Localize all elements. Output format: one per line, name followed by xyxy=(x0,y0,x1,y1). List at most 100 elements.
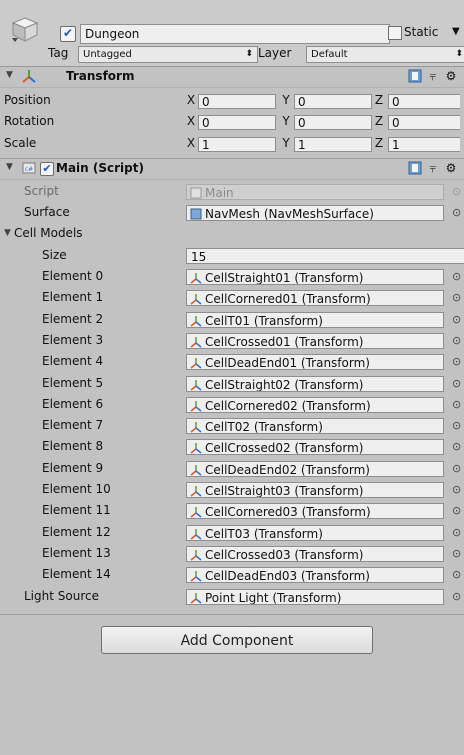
element-field[interactable]: CellCrossed03 (Transform) xyxy=(186,545,444,562)
settings-gear-icon[interactable]: ⚙ xyxy=(444,69,458,83)
script-enabled-checkbox[interactable]: ✔ xyxy=(40,161,54,176)
scale-y-field[interactable]: 1 xyxy=(294,136,372,152)
object-picker-icon[interactable]: ⊙ xyxy=(452,415,462,436)
element-field[interactable]: CellT02 (Transform) xyxy=(186,418,444,435)
main-script-header[interactable]: ▼ c# ✔ Main (Script) ⫧ ⚙ xyxy=(0,158,464,180)
cell-model-element-row: Element 2 CellT01 (Transform) ⊙ xyxy=(0,309,464,330)
element-field[interactable]: CellT03 (Transform) xyxy=(186,524,444,541)
element-field[interactable]: CellStraight01 (Transform) xyxy=(186,269,444,286)
script-field: Main xyxy=(186,183,444,200)
object-picker-icon[interactable]: ⊙ xyxy=(452,436,462,457)
transform-axes-icon xyxy=(190,592,202,604)
y-axis-label: Y xyxy=(282,135,290,150)
transform-fields: Position X 0 Y 0 Z 0 Rotation X 0 Y 0 Z … xyxy=(0,88,464,154)
script-file-icon xyxy=(190,187,202,199)
position-y-field[interactable]: 0 xyxy=(294,94,372,109)
settings-gear-icon[interactable]: ⚙ xyxy=(444,161,458,175)
transform-axes-icon xyxy=(190,443,202,455)
layer-label: Layer xyxy=(258,46,292,60)
cell-model-element-row: Element 8 CellCrossed02 (Transform) ⊙ xyxy=(0,436,464,457)
foldout-arrow-icon[interactable]: ▼ xyxy=(6,162,13,172)
rotation-y-field[interactable]: 0 xyxy=(294,115,372,131)
transform-axes-icon xyxy=(190,379,202,391)
element-field[interactable]: CellT01 (Transform) xyxy=(186,311,444,328)
help-book-icon[interactable] xyxy=(408,161,422,175)
element-field[interactable]: CellDeadEnd03 (Transform) xyxy=(186,567,444,584)
element-value: CellCornered01 (Transform) xyxy=(205,292,371,307)
scale-x-field[interactable]: 1 xyxy=(198,136,276,152)
layer-dropdown[interactable]: Default ⬍ xyxy=(306,46,464,63)
object-picker-icon[interactable]: ⊙ xyxy=(452,330,462,351)
object-picker-icon[interactable]: ⊙ xyxy=(452,479,462,500)
surface-field[interactable]: NavMesh (NavMeshSurface) xyxy=(186,205,444,222)
inspector-panel: ✔ Dungeon Static ▼ Tag Untagged ⬍ Layer … xyxy=(0,0,464,755)
element-label: Element 2 xyxy=(42,311,104,326)
object-picker-icon[interactable]: ⊙ xyxy=(452,202,462,223)
object-picker-icon[interactable]: ⊙ xyxy=(452,458,462,479)
object-picker-icon[interactable]: ⊙ xyxy=(452,543,462,564)
object-picker-icon[interactable]: ⊙ xyxy=(452,287,462,308)
main-script-fields: Script Main ⊙ Surface NavMesh (NavMeshSu… xyxy=(0,180,464,607)
object-picker-icon[interactable]: ⊙ xyxy=(452,394,462,415)
object-picker-icon[interactable]: ⊙ xyxy=(452,500,462,521)
transform-axes-icon xyxy=(190,549,202,561)
tag-dropdown[interactable]: Untagged ⬍ xyxy=(78,46,258,63)
element-field[interactable]: CellStraight02 (Transform) xyxy=(186,375,444,392)
position-x-field[interactable]: 0 xyxy=(198,94,276,109)
transform-header[interactable]: ▼ Transform ⫧ ⚙ xyxy=(0,67,464,88)
foldout-arrow-icon[interactable]: ▼ xyxy=(4,223,11,244)
element-field[interactable]: CellCrossed01 (Transform) xyxy=(186,332,444,349)
scale-z-field[interactable]: 1 xyxy=(388,136,460,152)
object-picker-icon[interactable]: ⊙ xyxy=(452,373,462,394)
element-field[interactable]: CellDeadEnd01 (Transform) xyxy=(186,354,444,371)
object-picker-icon[interactable]: ⊙ xyxy=(452,309,462,330)
element-field[interactable]: CellCrossed02 (Transform) xyxy=(186,439,444,456)
gameobject-active-checkbox[interactable]: ✔ xyxy=(60,26,76,42)
element-field[interactable]: CellCornered01 (Transform) xyxy=(186,290,444,307)
element-field[interactable]: CellCornered02 (Transform) xyxy=(186,396,444,413)
rotation-z-field[interactable]: 0 xyxy=(388,115,460,131)
foldout-arrow-icon[interactable]: ▼ xyxy=(6,70,13,80)
light-source-field[interactable]: Point Light (Transform) xyxy=(186,588,444,605)
object-picker-icon[interactable]: ⊙ xyxy=(452,522,462,543)
rotation-x-field[interactable]: 0 xyxy=(198,115,276,131)
light-source-value: Point Light (Transform) xyxy=(205,590,342,605)
surface-row: Surface NavMesh (NavMeshSurface) ⊙ xyxy=(0,202,464,223)
preset-sliders-icon[interactable]: ⫧ xyxy=(426,69,440,83)
cell-models-row[interactable]: ▼ Cell Models xyxy=(0,223,464,244)
position-z-field[interactable]: 0 xyxy=(388,94,460,109)
static-label: Static xyxy=(404,25,439,39)
z-axis-label: Z xyxy=(374,114,384,129)
object-picker-icon[interactable]: ⊙ xyxy=(452,586,462,607)
size-field[interactable]: 15 xyxy=(186,247,464,264)
light-source-row: Light Source Point Light (Transform) ⊙ xyxy=(0,586,464,607)
preset-sliders-icon[interactable]: ⫧ xyxy=(426,161,440,175)
element-field[interactable]: CellStraight03 (Transform) xyxy=(186,482,444,499)
element-value: CellStraight01 (Transform) xyxy=(205,271,364,286)
script-value: Main xyxy=(205,185,234,200)
element-label: Element 7 xyxy=(42,418,104,433)
tag-label: Tag xyxy=(48,46,69,60)
transform-axes-icon xyxy=(190,315,202,327)
element-field[interactable]: CellCornered03 (Transform) xyxy=(186,503,444,520)
object-picker-icon[interactable]: ⊙ xyxy=(452,351,462,372)
transform-axes-icon xyxy=(22,70,36,83)
add-component-button[interactable]: Add Component xyxy=(101,626,373,654)
element-field[interactable]: CellDeadEnd02 (Transform) xyxy=(186,460,444,477)
cell-model-element-row: Element 13 CellCrossed03 (Transform) ⊙ xyxy=(0,543,464,564)
component-header-icons: ⫧ ⚙ xyxy=(408,161,464,177)
navmesh-surface-icon xyxy=(190,208,202,220)
element-label: Element 13 xyxy=(42,545,111,560)
transform-axes-icon xyxy=(190,486,202,497)
x-axis-label: X xyxy=(186,93,196,107)
transform-axes-icon xyxy=(190,507,202,518)
static-dropdown-arrow-icon[interactable]: ▼ xyxy=(452,26,460,37)
help-book-icon[interactable] xyxy=(408,69,422,83)
element-value: CellCrossed03 (Transform) xyxy=(205,547,364,562)
object-picker-icon[interactable]: ⊙ xyxy=(452,564,462,585)
static-checkbox[interactable] xyxy=(388,26,402,40)
object-picker-icon[interactable]: ⊙ xyxy=(452,266,462,287)
gameobject-name-field[interactable]: Dungeon xyxy=(80,24,390,44)
surface-label: Surface xyxy=(24,205,70,220)
transform-row-scale: Scale X 1 Y 1 Z 1 xyxy=(0,133,464,154)
